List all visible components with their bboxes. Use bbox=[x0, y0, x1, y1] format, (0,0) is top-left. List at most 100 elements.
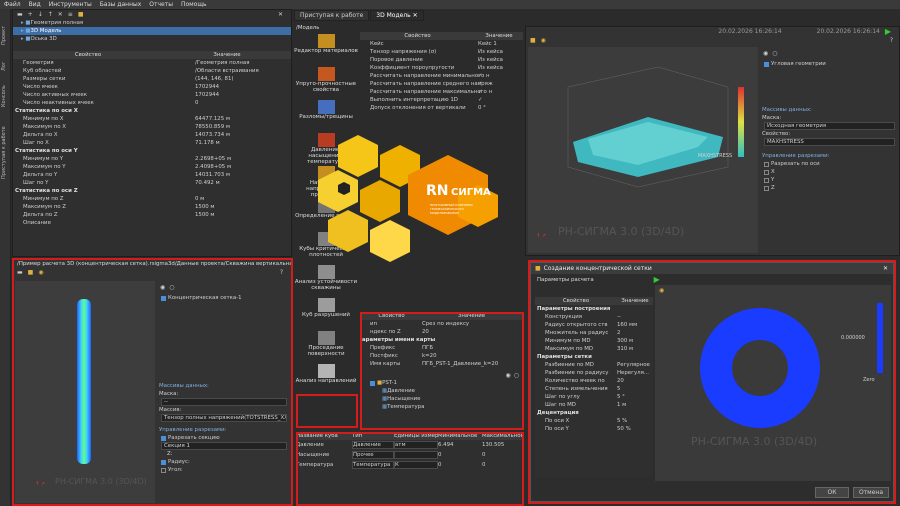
property-row[interactable]: Шаг по Y 70.492 м bbox=[13, 179, 291, 187]
arrow-down-icon[interactable]: ↓ bbox=[38, 11, 43, 18]
property-row[interactable]: Куб областей/Области встраивания bbox=[13, 67, 291, 75]
property-row[interactable]: Рассчитать направление максимального н ✓ bbox=[360, 88, 523, 96]
tool-button[interactable]: Упруго-прочностные свойства bbox=[294, 65, 358, 98]
tool-icon bbox=[317, 34, 335, 48]
tab-getting-started-doc[interactable]: Приступая к работе bbox=[294, 10, 370, 21]
tree-item[interactable]: Угловая геометрии bbox=[760, 60, 899, 68]
colorbar-label: MAXHSTRESS bbox=[698, 153, 733, 159]
property-row[interactable]: Шаг по X 71.178 м bbox=[13, 139, 291, 147]
watermark: РН-СИГМА 3.0 (3D/4D) bbox=[558, 225, 685, 238]
property-row[interactable]: Минимум по Z0 м bbox=[13, 195, 291, 203]
property-row[interactable]: Дельта по X 14073.734 м bbox=[13, 131, 291, 139]
cube-icon: ▸ ■ bbox=[21, 28, 31, 34]
mass-title: Массивы данных: bbox=[762, 107, 812, 113]
folder-icon[interactable]: ■ bbox=[530, 37, 536, 44]
property-row[interactable]: Кейс Кейс 1 bbox=[360, 40, 523, 48]
close-icon[interactable]: ✕ bbox=[413, 12, 418, 19]
date-field-2[interactable]: 20.02.2026 16:26:14 bbox=[817, 28, 880, 35]
logo-text-2: СИГМА bbox=[451, 187, 491, 198]
property-row[interactable]: Тензор напряжения (σ) Из кейса bbox=[360, 48, 523, 56]
tool-icon bbox=[317, 364, 335, 378]
property-row[interactable]: Дельта по Z 1500 м bbox=[13, 211, 291, 219]
menu-item[interactable]: Вид bbox=[29, 1, 41, 8]
highlight-frame bbox=[528, 260, 896, 504]
property-row[interactable]: Максимум по X 78550.859 м bbox=[13, 123, 291, 131]
list-icon[interactable]: ≡ bbox=[68, 11, 73, 18]
property-row[interactable]: Поровое давление Из кейса bbox=[360, 56, 523, 64]
axis-z-row[interactable]: Z bbox=[760, 184, 899, 192]
tool-button[interactable]: Редактор материалов bbox=[294, 32, 358, 65]
axis-x-row[interactable]: X bbox=[760, 168, 899, 176]
project-panel: ▬ + ↓ ↑ ✕ ≡ ■ ✕ ▸ ■ Геометрия полная ▸ ■ … bbox=[12, 9, 292, 257]
menu-item[interactable]: Помощь bbox=[181, 1, 207, 8]
left-dock-tabs: Проект Лог Консоль Приступая к работе bbox=[0, 9, 11, 506]
tool-button[interactable]: Куб разрушений bbox=[294, 296, 358, 329]
property-row[interactable]: Число ячеек 1702944 bbox=[13, 83, 291, 91]
property-row[interactable]: Максимум по Z 1500 м bbox=[13, 203, 291, 211]
property-row[interactable]: Коэффициент пороупругости Из кейса bbox=[360, 64, 523, 72]
highlight-frame bbox=[360, 312, 524, 430]
property-row[interactable]: Число неактивных ячеек 0 bbox=[13, 99, 291, 107]
tree-item[interactable]: ▸ ■ Геометрия полная bbox=[13, 19, 291, 27]
property-label: Свойство: bbox=[762, 131, 791, 137]
hidden-icon[interactable]: ○ bbox=[772, 50, 777, 57]
menu-item[interactable]: Файл bbox=[4, 1, 21, 8]
arrow-up-icon[interactable]: ↑ bbox=[48, 11, 53, 18]
tab-project[interactable]: Проект bbox=[1, 26, 7, 45]
property-select[interactable]: MAXHSTRESS bbox=[764, 138, 895, 146]
property-row[interactable]: Дельта по Y 14031.703 м bbox=[13, 171, 291, 179]
property-row[interactable]: Описание bbox=[13, 219, 291, 227]
project-tree: ▸ ■ Геометрия полная ▸ ■ 3D Модель ▸ ■ Ось… bbox=[13, 19, 291, 51]
menu-item[interactable]: Отчеты bbox=[149, 1, 173, 8]
logo-subtitle: ПРОГРАММНЫЙ КОМПЛЕКС ГЕОМЕХАНИЧЕСКОГО МО… bbox=[430, 203, 474, 215]
add-icon[interactable]: + bbox=[28, 11, 33, 18]
visible-icon[interactable]: ◉ bbox=[763, 50, 768, 57]
eye-icon[interactable]: ◉ bbox=[541, 37, 546, 44]
property-row[interactable]: Допуск отклонения от вертикали 0 ° bbox=[360, 104, 523, 112]
section-header: Статистика по оси Z bbox=[15, 188, 78, 194]
property-row[interactable]: Выполнить интерпретацию 1D ✓ bbox=[360, 96, 523, 104]
mask-label: Маска: bbox=[762, 115, 782, 121]
tool-icon bbox=[317, 67, 335, 81]
tree-item[interactable]: ▸ ■ 3D Модель bbox=[13, 27, 291, 35]
tool-icon bbox=[317, 331, 335, 345]
axis-y-row[interactable]: Y bbox=[760, 176, 899, 184]
section-header: Статистика по оси X bbox=[15, 108, 78, 114]
date-field-1[interactable]: 20.02.2026 16:26:14 bbox=[718, 28, 781, 35]
tree-item[interactable]: ▸ ■ Оська 3D bbox=[13, 35, 291, 43]
tool-button[interactable]: Разломы/трещины bbox=[294, 98, 358, 131]
delete-icon[interactable]: ✕ bbox=[58, 11, 63, 18]
tool-button[interactable]: Анализ направлений bbox=[294, 362, 358, 396]
property-row[interactable]: Число активных ячеек 1702944 bbox=[13, 91, 291, 99]
highlight-frame bbox=[12, 258, 293, 506]
cut-checkbox[interactable]: Разрезать по оси bbox=[760, 160, 899, 168]
close-icon[interactable]: ✕ bbox=[278, 11, 283, 18]
tab-console[interactable]: Консоль bbox=[1, 85, 7, 107]
property-row[interactable]: Минимум по X 64477.125 м bbox=[13, 115, 291, 123]
tab-getting-started[interactable]: Приступая к работе bbox=[1, 126, 7, 179]
folder-icon[interactable]: ■ bbox=[78, 11, 84, 18]
tool-button[interactable]: Проседание поверхности bbox=[294, 329, 358, 362]
help-icon[interactable]: ? bbox=[890, 37, 893, 44]
property-row[interactable]: Размеры сетки (144, 146, 81) bbox=[13, 75, 291, 83]
mask-select[interactable]: Исходная геометрия bbox=[764, 122, 895, 130]
breadcrumb: /Модель bbox=[296, 25, 320, 31]
surface-plot-icon bbox=[567, 66, 744, 188]
play-icon[interactable]: ▶ bbox=[885, 27, 891, 36]
tab-3d-model[interactable]: 3D Модель ✕ bbox=[370, 10, 424, 21]
property-row[interactable]: Максимум по Y 2.4098+05 м bbox=[13, 163, 291, 171]
tab-log[interactable]: Лог bbox=[1, 62, 7, 71]
menu-item[interactable]: Инструменты bbox=[49, 1, 92, 8]
highlight-frame bbox=[296, 432, 524, 506]
cut-title: Управление разрезами: bbox=[762, 153, 830, 159]
tool-icon bbox=[317, 298, 335, 312]
menu-bar: Файл Вид Инструменты Базы данных Отчеты Помощ… bbox=[0, 0, 900, 9]
3d-viewport[interactable]: MAXHSTRESS РН-СИГМА 3.0 (3D/4D) ↑ ↗ bbox=[528, 47, 758, 253]
property-row[interactable]: Рассчитать направление минимального н ✓ bbox=[360, 72, 523, 80]
logo-graphic: RN СИГМА ПРОГРАММНЫЙ КОМПЛЕКС ГЕОМЕХАНИЧ… bbox=[308, 135, 528, 275]
menu-item[interactable]: Базы данных bbox=[100, 1, 142, 8]
property-row[interactable]: Минимум по Y 2.2698+05 м bbox=[13, 155, 291, 163]
property-row[interactable]: Геометрия/Геометрия полная bbox=[13, 59, 291, 67]
save-icon[interactable]: ▬ bbox=[17, 11, 23, 18]
property-row[interactable]: Рассчитать направление среднего напряж ✓ bbox=[360, 80, 523, 88]
